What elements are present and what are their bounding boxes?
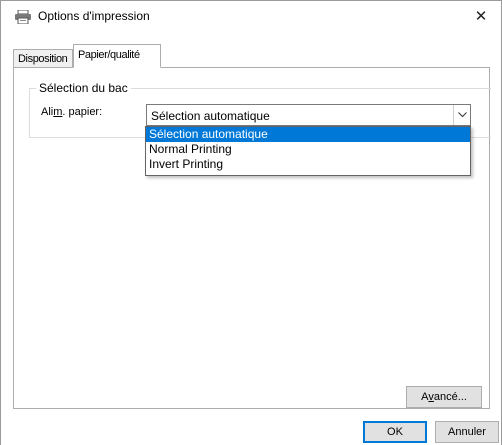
- chevron-down-icon: [457, 112, 467, 118]
- print-options-dialog: Options d'impression ✕ Disposition Papie…: [0, 0, 502, 445]
- paper-source-dropdown-list: Sélection automatique Normal Printing In…: [145, 126, 471, 176]
- tab-panel-papier-qualite: Sélection du bac Alim. papier: Sélection…: [13, 67, 491, 409]
- paper-source-selected-value: Sélection automatique: [151, 109, 270, 123]
- paper-source-label: Alim. papier:: [41, 106, 103, 118]
- tray-selection-group-label: Sélection du bac: [36, 81, 131, 95]
- printer-icon: [15, 10, 31, 24]
- dialog-footer: OK Annuler: [1, 419, 501, 445]
- close-button[interactable]: ✕: [461, 1, 501, 31]
- dropdown-option-invert-printing[interactable]: Invert Printing: [146, 157, 470, 172]
- dropdown-option-normal-printing[interactable]: Normal Printing: [146, 142, 470, 157]
- advanced-button[interactable]: Av ancé...: [406, 386, 482, 408]
- dropdown-option-automatic[interactable]: Sélection automatique: [146, 127, 470, 142]
- paper-source-combobox[interactable]: Sélection automatique: [146, 104, 471, 126]
- title-bar: Options d'impression ✕: [1, 1, 501, 31]
- close-icon: ✕: [474, 8, 488, 25]
- tab-disposition[interactable]: Disposition: [13, 49, 73, 67]
- dropdown-button[interactable]: [453, 105, 470, 125]
- cancel-button[interactable]: Annuler: [435, 421, 499, 443]
- tab-papier-qualite[interactable]: Papier/qualité: [73, 44, 161, 68]
- ok-button[interactable]: OK: [363, 421, 427, 443]
- window-title: Options d'impression: [38, 9, 150, 23]
